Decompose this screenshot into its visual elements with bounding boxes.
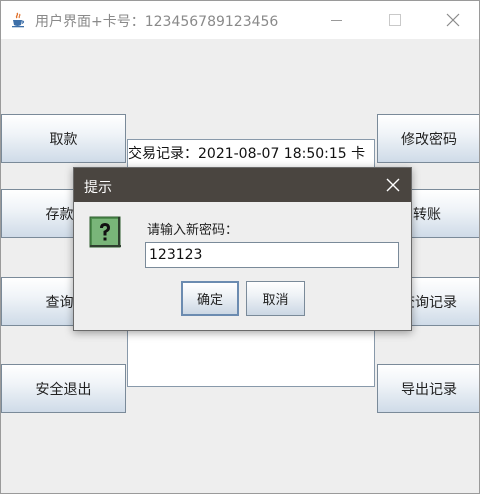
- logout-button[interactable]: 安全退出: [1, 364, 126, 413]
- export-history-button[interactable]: 导出记录: [377, 364, 479, 413]
- close-icon: [446, 13, 460, 27]
- transfer-label: 转账: [413, 206, 441, 223]
- dialog-close-button[interactable]: [381, 173, 405, 197]
- close-button[interactable]: [430, 1, 476, 39]
- withdraw-button[interactable]: 取款: [1, 114, 126, 163]
- dialog-prompt: 请输入新密码：: [147, 223, 239, 238]
- change-password-button[interactable]: 修改密码: [377, 114, 479, 163]
- logout-label: 安全退出: [35, 381, 92, 398]
- ok-button[interactable]: 确定: [181, 281, 239, 316]
- minimize-button[interactable]: [314, 1, 360, 39]
- cancel-label: 取消: [262, 293, 289, 308]
- java-cup-icon: [10, 12, 26, 28]
- ok-label: 确定: [196, 293, 223, 308]
- cancel-button[interactable]: 取消: [246, 281, 305, 316]
- export-history-label: 导出记录: [401, 381, 457, 398]
- window-title: 用户界面+卡号：123456789123456: [35, 14, 279, 30]
- close-icon: [386, 178, 400, 192]
- withdraw-label: 取款: [49, 131, 78, 148]
- deposit-label: 存款: [45, 206, 74, 223]
- dialog-title-bar: 提示: [74, 168, 411, 202]
- question-icon: [89, 216, 121, 248]
- maximize-button[interactable]: [372, 1, 418, 39]
- query-label: 查询: [45, 294, 74, 311]
- main-window: 用户界面+卡号：123456789123456 取款 存款 查询 安全退出 修改…: [0, 0, 480, 494]
- new-password-input[interactable]: [145, 242, 399, 268]
- prompt-dialog: 提示 请输入新密码： 确定 取消: [73, 167, 412, 331]
- change-password-label: 修改密码: [401, 131, 457, 148]
- dialog-title: 提示: [84, 180, 112, 196]
- title-bar: 用户界面+卡号：123456789123456: [1, 1, 479, 39]
- transaction-record-text: 交易记录：2021-08-07 18:50:15 卡: [128, 146, 366, 162]
